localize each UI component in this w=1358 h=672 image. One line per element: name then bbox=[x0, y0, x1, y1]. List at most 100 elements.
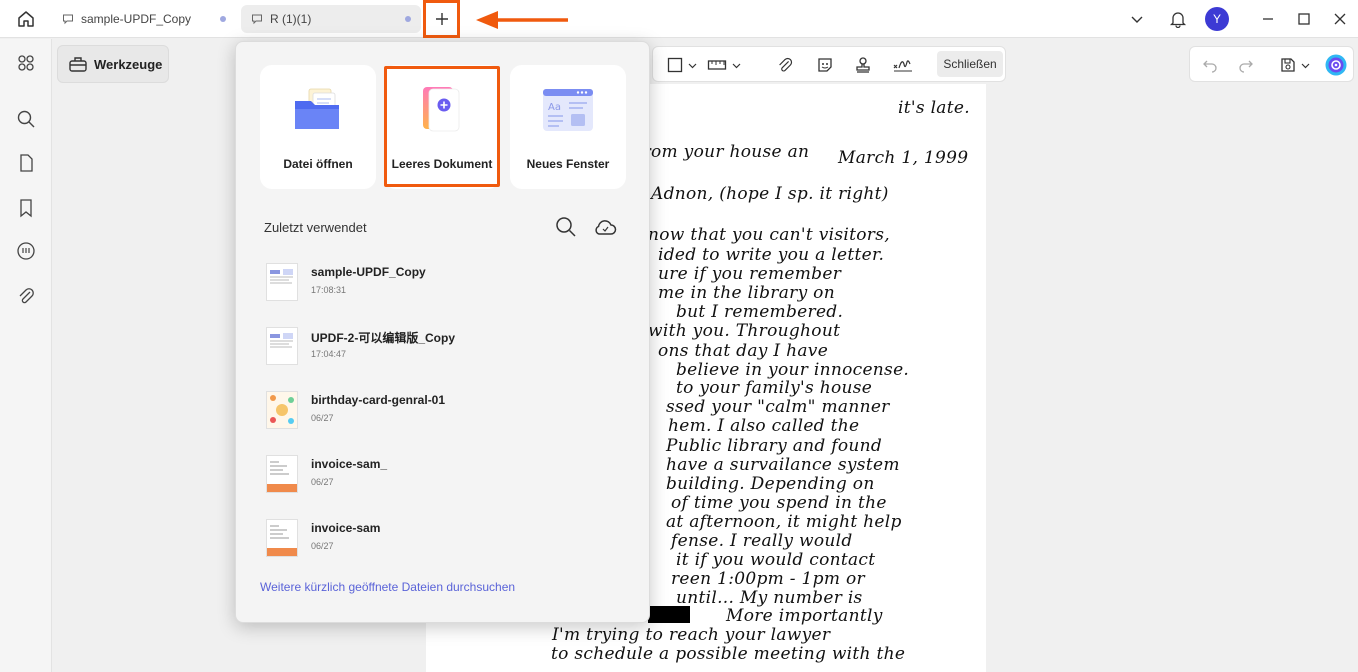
tools-label: Werkzeuge bbox=[94, 56, 163, 72]
list-item[interactable]: invoice-sam_ 06/27 bbox=[260, 452, 630, 496]
maximize-icon bbox=[1298, 13, 1310, 25]
home-button[interactable] bbox=[8, 4, 44, 34]
sticker-tool[interactable] bbox=[813, 53, 837, 77]
doc-line: Adnon, (hope I sp. it right) bbox=[651, 184, 889, 204]
rectangle-tool[interactable] bbox=[663, 53, 687, 77]
card-label: Neues Fenster bbox=[526, 157, 610, 171]
file-name: invoice-sam_ bbox=[311, 457, 388, 471]
open-file-card[interactable]: Datei öffnen bbox=[260, 65, 376, 189]
file-thumbnail bbox=[266, 391, 298, 429]
doc-line: me in the library on bbox=[658, 283, 835, 303]
close-tools-label: Schließen bbox=[943, 57, 997, 71]
doc-line: March 1, 1999 bbox=[838, 148, 969, 168]
new-tab-button[interactable] bbox=[423, 0, 460, 38]
chevron-down-icon bbox=[1301, 63, 1309, 68]
sidebar-item-search[interactable] bbox=[12, 105, 40, 133]
window-icon: Aa bbox=[543, 89, 593, 131]
new-window-card[interactable]: Aa Neues Fenster bbox=[510, 65, 626, 189]
unsaved-dot bbox=[405, 16, 411, 22]
left-sidebar bbox=[0, 39, 52, 672]
stamp-tool[interactable] bbox=[851, 53, 875, 77]
avatar-initial: Y bbox=[1212, 12, 1221, 26]
grid-icon bbox=[18, 55, 34, 71]
doc-line: Public library and found bbox=[666, 436, 883, 456]
arrow-annotation-icon bbox=[476, 11, 568, 29]
doc-line: with you. Throughout bbox=[648, 321, 841, 341]
doc-line: ssed your "calm" manner bbox=[666, 397, 890, 417]
save-options[interactable] bbox=[1298, 53, 1312, 77]
avatar[interactable]: Y bbox=[1205, 7, 1229, 31]
file-thumbnail bbox=[266, 519, 298, 557]
maximize-button[interactable] bbox=[1289, 6, 1319, 32]
doc-line: to your family's house bbox=[676, 378, 873, 398]
page-icon bbox=[20, 154, 33, 172]
measure-options[interactable] bbox=[729, 53, 743, 77]
paperclip-icon bbox=[779, 57, 793, 72]
ai-assistant-icon bbox=[1325, 54, 1347, 76]
toolbox-icon bbox=[68, 55, 88, 73]
doc-line: now that you can't visitors, bbox=[648, 225, 890, 245]
sidebar-item-comments[interactable] bbox=[12, 237, 40, 265]
search-icon bbox=[556, 217, 576, 237]
list-item[interactable]: UPDF-2-可以编辑版_Copy 17:04:47 bbox=[260, 324, 630, 368]
doc-line: ons that day I have bbox=[658, 341, 829, 361]
sidebar-item-apps[interactable] bbox=[12, 49, 40, 77]
chevron-down-icon bbox=[1131, 16, 1143, 23]
tab-sample-updf-copy[interactable]: sample-UPDF_Copy bbox=[52, 5, 236, 33]
sidebar-item-attachments[interactable] bbox=[12, 282, 40, 310]
sidebar-item-bookmarks[interactable] bbox=[12, 194, 40, 222]
minimize-button[interactable] bbox=[1253, 6, 1283, 32]
bookmark-icon bbox=[20, 199, 32, 218]
doc-line: fense. I really would bbox=[671, 531, 853, 551]
redo-icon bbox=[1239, 60, 1253, 73]
file-thumbnail bbox=[266, 455, 298, 493]
attach-tool[interactable] bbox=[773, 53, 797, 77]
cloud-button[interactable] bbox=[592, 215, 618, 239]
measure-tool[interactable] bbox=[705, 53, 729, 77]
close-tools-button[interactable]: Schließen bbox=[937, 51, 1003, 77]
history-toolbar bbox=[1189, 46, 1354, 82]
recent-heading: Zuletzt verwendet bbox=[264, 220, 367, 235]
file-name: UPDF-2-可以编辑版_Copy bbox=[311, 331, 456, 345]
doc-line: More importantly bbox=[726, 606, 883, 626]
home-icon bbox=[18, 11, 34, 27]
search-icon bbox=[17, 110, 35, 128]
minimize-icon bbox=[1263, 18, 1273, 20]
file-name: invoice-sam bbox=[311, 521, 381, 535]
undo-icon bbox=[1203, 60, 1217, 73]
chevron-down-icon bbox=[732, 63, 740, 68]
rectangle-icon bbox=[667, 57, 683, 73]
tab-r-1-1[interactable]: R (1)(1) bbox=[241, 5, 421, 33]
rectangle-options[interactable] bbox=[685, 53, 699, 77]
ai-assistant-button[interactable] bbox=[1324, 53, 1348, 77]
file-time: 17:04:47 bbox=[311, 349, 347, 359]
file-name: sample-UPDF_Copy bbox=[311, 265, 426, 279]
doc-line: it's late. bbox=[898, 98, 970, 118]
highlight-box bbox=[384, 66, 500, 187]
doc-line: until... My number is bbox=[676, 588, 863, 608]
list-item[interactable]: invoice-sam 06/27 bbox=[260, 516, 630, 560]
browse-more-recent-link[interactable]: Weitere kürzlich geöffnete Dateien durch… bbox=[260, 580, 515, 594]
undo-button[interactable] bbox=[1198, 53, 1222, 77]
doc-line: reen 1:00pm - 1pm or bbox=[671, 569, 865, 589]
doc-line: ided to write you a letter. bbox=[658, 245, 885, 265]
recent-search-button[interactable] bbox=[554, 215, 578, 239]
list-item[interactable]: birthday-card-genral-01 06/27 bbox=[260, 388, 630, 432]
file-time: 06/27 bbox=[311, 541, 334, 551]
notifications-button[interactable] bbox=[1163, 6, 1193, 32]
redo-button[interactable] bbox=[1234, 53, 1258, 77]
save-button[interactable] bbox=[1276, 53, 1300, 77]
file-time: 17:08:31 bbox=[311, 285, 347, 295]
doc-line: from your house an bbox=[636, 142, 810, 162]
signature-tool[interactable] bbox=[891, 53, 915, 77]
doc-line: hem. I also called the bbox=[668, 416, 860, 436]
list-item[interactable]: sample-UPDF_Copy 17:08:31 bbox=[260, 260, 630, 304]
tools-button[interactable]: Werkzeuge bbox=[57, 45, 169, 83]
tab-list-button[interactable] bbox=[1122, 6, 1152, 32]
doc-line: of time you spend in the bbox=[671, 493, 887, 513]
title-bar: sample-UPDF_Copy R (1)(1) Y bbox=[0, 0, 1358, 38]
close-window-button[interactable] bbox=[1325, 6, 1355, 32]
doc-line: believe in your innocense. bbox=[676, 360, 910, 380]
sidebar-item-pages[interactable] bbox=[12, 149, 40, 177]
svg-text:Aa: Aa bbox=[548, 102, 561, 113]
